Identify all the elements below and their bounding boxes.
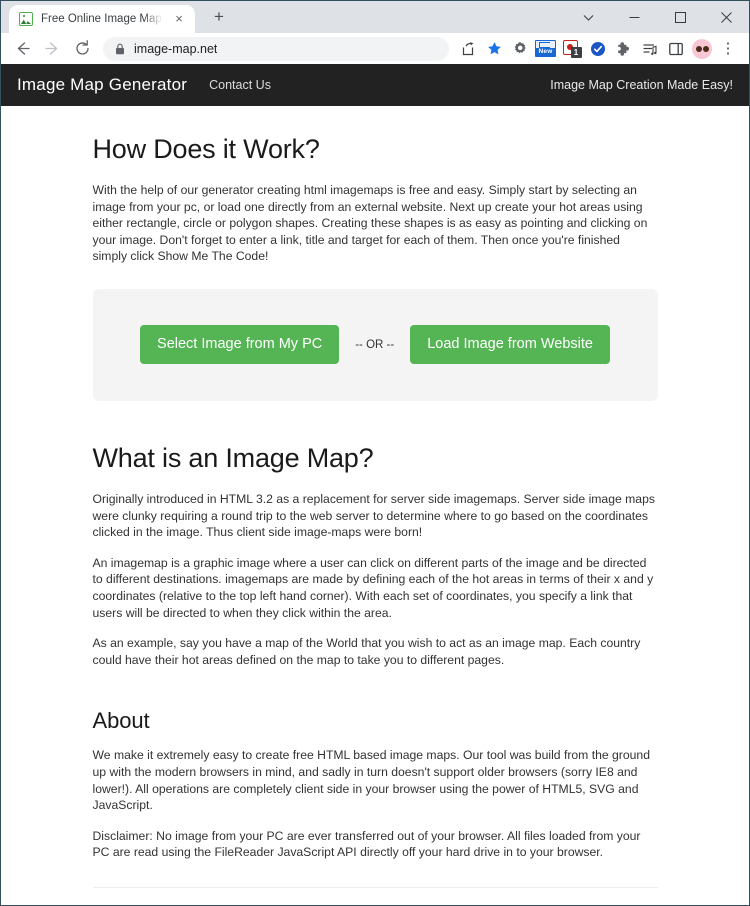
load-image-from-website-button[interactable]: Load Image from Website bbox=[410, 325, 610, 365]
paragraph-what-is-2: An imagemap is a graphic image where a u… bbox=[92, 555, 654, 620]
shield-check-icon[interactable] bbox=[585, 36, 611, 62]
browser-window: Free Online Image Map Generat × + bbox=[0, 0, 750, 906]
chevron-down-icon[interactable] bbox=[565, 1, 611, 33]
minimize-icon[interactable] bbox=[611, 1, 657, 33]
close-icon[interactable] bbox=[703, 1, 749, 33]
forward-arrow-icon[interactable] bbox=[37, 35, 67, 63]
paragraph-how-it-works: With the help of our generator creating … bbox=[92, 183, 648, 264]
select-image-from-pc-button[interactable]: Select Image from My PC bbox=[140, 325, 340, 365]
paragraph-about-2: Disclaimer: No image from your PC are ev… bbox=[92, 828, 641, 860]
back-arrow-icon[interactable] bbox=[7, 35, 37, 63]
page-content: How Does it Work? With the help of our g… bbox=[92, 106, 658, 904]
address-bar[interactable]: image-map.net bbox=[103, 36, 449, 61]
extension-icons: New 1 ⋮ bbox=[455, 36, 741, 62]
nav-link-contact-us[interactable]: Contact Us bbox=[209, 78, 271, 92]
site-header: Image Map Generator Contact Us Image Map… bbox=[1, 64, 749, 106]
heading-how-does-it-work: How Does it Work? bbox=[92, 134, 320, 164]
paragraph-what-is-1: Originally introduced in HTML 3.2 as a r… bbox=[92, 491, 655, 540]
maximize-icon[interactable] bbox=[657, 1, 703, 33]
heading-what-is-an-image-map: What is an Image Map? bbox=[92, 442, 374, 473]
recorder-count-badge: 1 bbox=[570, 46, 582, 58]
address-bar-url: image-map.net bbox=[134, 41, 218, 56]
tab-title: Free Online Image Map Generat bbox=[41, 13, 163, 25]
reading-list-icon[interactable] bbox=[637, 36, 663, 62]
browser-tab[interactable]: Free Online Image Map Generat × bbox=[9, 5, 195, 33]
share-icon[interactable] bbox=[455, 36, 481, 62]
reload-icon[interactable] bbox=[67, 35, 97, 63]
or-separator-label: -- OR -- bbox=[355, 338, 395, 351]
heading-about: About bbox=[92, 708, 150, 734]
copyright-text: Copyright © Image-Map.net 2022 bbox=[93, 888, 658, 904]
new-tab-button[interactable]: + bbox=[205, 4, 233, 32]
profile-avatar-icon[interactable] bbox=[689, 36, 715, 62]
lock-icon bbox=[115, 43, 126, 55]
new-badge-label: New bbox=[536, 48, 555, 56]
image-icon bbox=[19, 12, 33, 26]
paragraph-about-1: We make it extremely easy to create free… bbox=[92, 748, 650, 813]
side-panel-icon[interactable] bbox=[663, 36, 689, 62]
new-badge-icon[interactable]: New bbox=[533, 36, 559, 62]
gear-icon[interactable] bbox=[507, 36, 533, 62]
page-viewport: Image Map Generator Contact Us Image Map… bbox=[1, 64, 749, 904]
close-icon[interactable]: × bbox=[171, 11, 187, 27]
paragraph-what-is-3: As an example, say you have a map of the… bbox=[92, 636, 641, 667]
browser-toolbar: image-map.net New 1 ⋮ bbox=[1, 33, 749, 64]
tab-strip: Free Online Image Map Generat × + bbox=[1, 1, 749, 33]
window-controls bbox=[565, 1, 749, 33]
puzzle-extensions-icon[interactable] bbox=[611, 36, 637, 62]
action-panel: Select Image from My PC -- OR -- Load Im… bbox=[92, 288, 658, 401]
screen-recorder-icon[interactable]: 1 bbox=[559, 36, 585, 62]
three-dot-menu-icon[interactable]: ⋮ bbox=[715, 36, 741, 62]
site-tagline: Image Map Creation Made Easy! bbox=[550, 78, 733, 92]
bookmark-star-icon[interactable] bbox=[481, 36, 507, 62]
site-brand[interactable]: Image Map Generator bbox=[17, 75, 187, 95]
